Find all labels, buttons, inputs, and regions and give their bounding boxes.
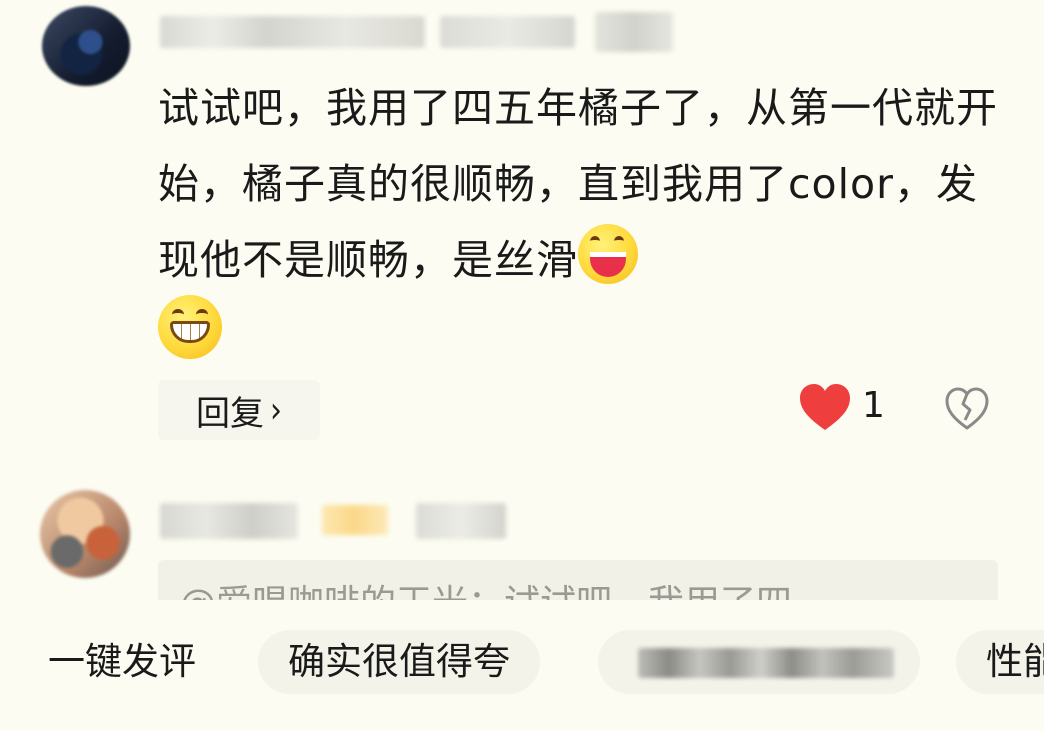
quoted-reply[interactable]: @爱唱咖啡的王光：试试吧，我用了四 — [158, 560, 998, 600]
comment-text: 试试吧，我用了四五年橘子了，从第一代就开始，橘子真的很顺畅，直到我用了color… — [158, 70, 998, 298]
user-info-blurred — [416, 503, 506, 539]
chevron-right-icon: › — [270, 389, 282, 431]
username-blurred[interactable] — [160, 16, 425, 48]
quoted-reply-text: @爱唱咖啡的王光：试试吧，我用了四 — [180, 574, 792, 600]
user-info-blurred — [440, 16, 575, 48]
quick-reply-chip[interactable]: 确实很值得夸 — [258, 630, 540, 694]
quick-reply-chip-blurred[interactable] — [598, 630, 920, 694]
laughing-emoji-icon — [578, 224, 638, 284]
quick-reply-bar: 一键发评 确实很值得夸 性能 — [0, 600, 1044, 731]
like-count: 1 — [862, 385, 885, 426]
user-badge-blurred — [595, 12, 673, 52]
reply-label: 回复 — [196, 393, 264, 434]
user-tag-blurred — [322, 505, 388, 535]
avatar[interactable] — [42, 6, 130, 86]
grinning-emoji-icon — [158, 295, 222, 359]
broken-heart-icon[interactable] — [944, 386, 990, 432]
username-blurred[interactable] — [160, 503, 298, 539]
quick-comment-label[interactable]: 一键发评 — [48, 630, 196, 694]
quick-reply-chip[interactable]: 性能 — [956, 630, 1044, 694]
heart-filled-icon[interactable] — [798, 382, 852, 434]
avatar[interactable] — [40, 490, 130, 578]
reply-button[interactable]: 回复 › — [158, 380, 320, 440]
